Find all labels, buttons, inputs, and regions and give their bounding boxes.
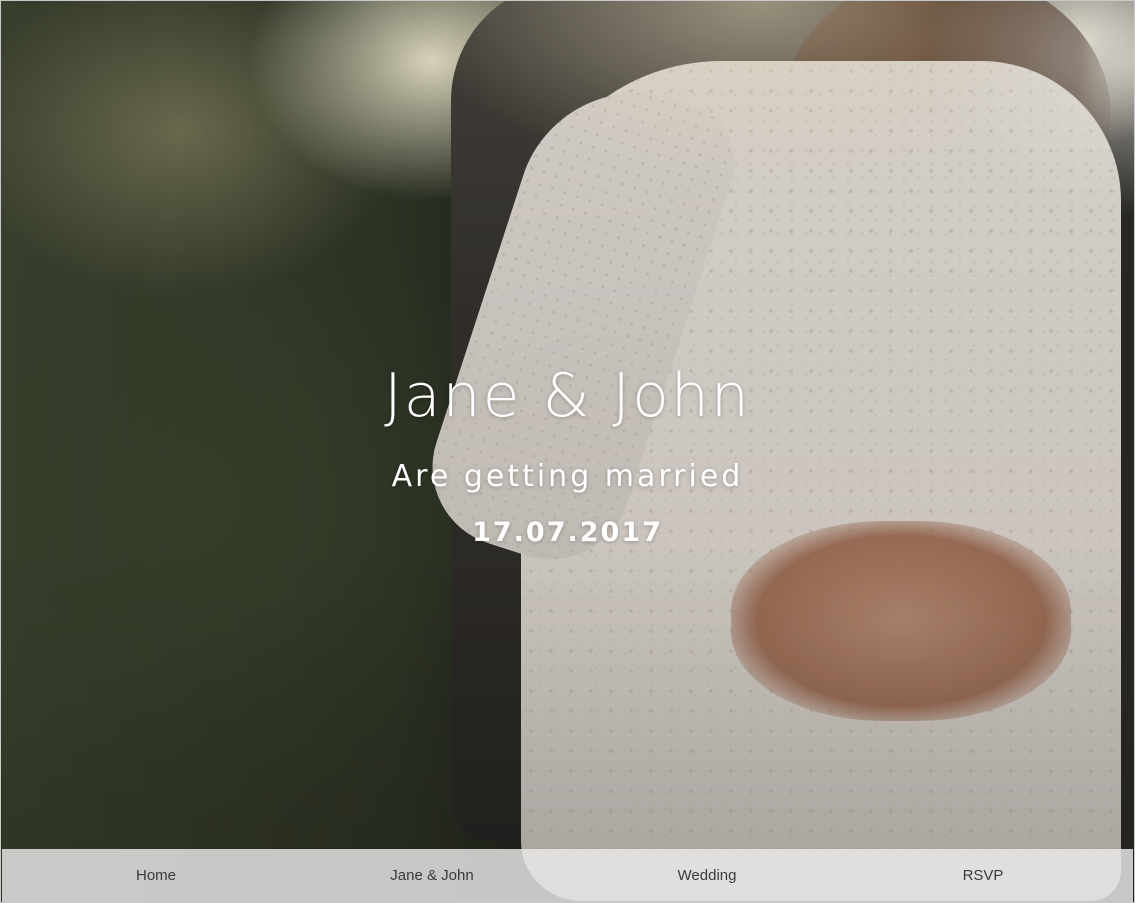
hero-section: Jane & John Are getting married 17.07.20… (0, 0, 1135, 903)
couple-names-heading: Jane & John (384, 361, 751, 431)
nav-item-wedding[interactable]: Wedding (678, 849, 737, 902)
nav-item-home[interactable]: Home (136, 849, 176, 902)
nav-item-jane-john[interactable]: Jane & John (390, 849, 473, 902)
nav-item-rsvp[interactable]: RSVP (963, 849, 1004, 902)
photo-overlay (1, 1, 1134, 902)
tagline: Are getting married (391, 459, 744, 494)
wedding-date: 17.07.2017 (472, 517, 663, 548)
bottom-navigation: Home Jane & John Wedding RSVP (2, 849, 1133, 902)
